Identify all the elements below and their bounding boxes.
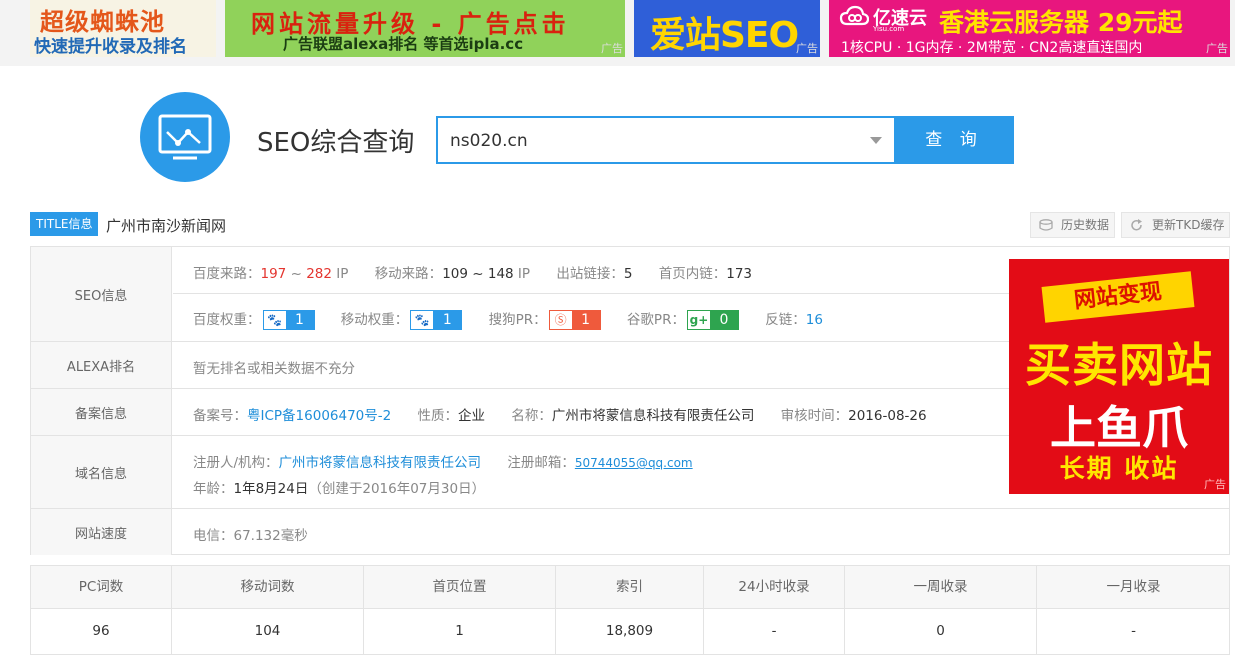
refresh-tkd-label: 更新TKD缓存 (1152, 218, 1225, 232)
database-icon (1039, 219, 1053, 231)
ad-tag: 广告 (1204, 478, 1226, 491)
home-position-value: 1 (364, 609, 556, 655)
outbound-links-value[interactable]: 5 (624, 266, 633, 282)
seo-tool-logo (140, 92, 230, 182)
sogou-pr: 搜狗PR： Ⓢ 1 (489, 308, 601, 330)
stats-header-row: PC词数 移动词数 首页位置 索引 24小时收录 一周收录 一月收录 (31, 566, 1229, 609)
age-line: 年龄：1年8月24日（创建于2016年07月30日） (193, 481, 486, 497)
icp-nature: 性质：企业 (417, 408, 486, 424)
ad-headline: 买卖网站 (1025, 338, 1213, 392)
refresh-tkd-button[interactable]: 更新TKD缓存 (1121, 212, 1230, 238)
home-inlinks-value[interactable]: 173 (726, 266, 752, 282)
stats-header-cell: 首页位置 (364, 566, 556, 609)
query-button[interactable]: 查 询 (894, 116, 1014, 164)
row-label: 域名信息 (31, 436, 172, 508)
ad-tag: 广告 (601, 42, 623, 55)
mobile-source: 移动来路：109 ~ 148 IP (374, 266, 531, 282)
icp-line: 备案号：粤ICP备16006470号-2 性质：企业 名称：广州市将蒙信息科技有… (193, 404, 949, 424)
site-title: 广州市南沙新闻网 (106, 217, 227, 235)
mobile-source-value: 109 ~ 148 (442, 266, 514, 282)
stats-header-cell: PC词数 (31, 566, 172, 609)
top-ad-strip: 超级蜘蛛池 快速提升收录及排名 网站流量升级 - 广告点击 广告联盟alexa排… (0, 0, 1235, 66)
keyword-stats-table: PC词数 移动词数 首页位置 索引 24小时收录 一周收录 一月收录 96 10… (30, 565, 1230, 655)
ad-tag: 广告 (796, 42, 818, 55)
baidu-weight: 百度权重： 🐾 1 (193, 308, 315, 330)
search-input-value: ns020.cn (450, 131, 528, 151)
ad-banner-aizhan-seo[interactable]: 爱站SEO 广告 (634, 0, 820, 57)
registrant: 注册人/机构：广州市将蒙信息科技有限责任公司 (193, 455, 482, 471)
week-indexed-value: 0 (845, 609, 1037, 655)
email-link[interactable]: 50744055@qq.com (575, 456, 693, 470)
alexa-text: 暂无排名或相关数据不充分 (193, 361, 355, 377)
ad-headline: 爱站SEO (650, 15, 799, 56)
pc-keywords-value[interactable]: 96 (31, 609, 172, 655)
ad-banner-spider-pool[interactable]: 超级蜘蛛池 快速提升收录及排名 (30, 0, 216, 57)
baidu-source-low[interactable]: 197 (261, 266, 287, 282)
icp-audit-time: 审核时间：2016-08-26 (780, 408, 927, 424)
ad-subline: 长期 收站 (1059, 454, 1179, 483)
ad-ribbon: 网站变现 (1041, 271, 1195, 323)
ad-subline: 快速提升收录及排名 (34, 37, 187, 57)
icp-number: 备案号：粤ICP备16006470号-2 (193, 408, 392, 424)
google-pr-badge[interactable]: g+ 0 (686, 310, 739, 330)
domain-age: 1年8月24日 (233, 481, 309, 497)
divider (173, 293, 1009, 294)
row-label: ALEXA排名 (31, 342, 172, 388)
ad-banner-traffic[interactable]: 网站流量升级 - 广告点击 广告联盟alexa排名 等首选ipla.cc 广告 (225, 0, 625, 57)
refresh-icon (1131, 219, 1142, 231)
stats-header-cell: 索引 (556, 566, 704, 609)
dropdown-caret-icon[interactable] (870, 137, 882, 144)
icp-number-link[interactable]: 粤ICP备16006470号-2 (247, 408, 391, 424)
title-info-tag: TITLE信息 (30, 212, 99, 236)
ad-brand-sub: Yisu.com (873, 25, 905, 33)
row-label: 备案信息 (31, 389, 172, 435)
outbound-links: 出站链接：5 (556, 266, 633, 282)
backlinks: 反链：16 (765, 312, 823, 328)
sogou-pr-badge[interactable]: Ⓢ 1 (548, 310, 601, 330)
registrant-email: 注册邮箱：50744055@qq.com (507, 455, 693, 471)
history-data-button[interactable]: 历史数据 (1030, 212, 1115, 238)
ad-tag: 广告 (1206, 42, 1228, 55)
mobile-keywords-value[interactable]: 104 (172, 609, 364, 655)
speed-row: 网站速度 电信：67.132毫秒 (31, 508, 1229, 555)
monitor-chart-icon (158, 114, 212, 160)
baidu-source-high[interactable]: 282 (306, 266, 332, 282)
google-pr: 谷歌PR： g+ 0 (627, 308, 739, 330)
history-data-label: 历史数据 (1061, 218, 1110, 232)
row-label: 网站速度 (31, 509, 172, 555)
page-title: SEO综合查询 (257, 128, 415, 158)
registrant-line: 注册人/机构：广州市将蒙信息科技有限责任公司 注册邮箱：50744055@qq.… (193, 451, 715, 471)
day-indexed-value: - (704, 609, 845, 655)
row-label: SEO信息 (31, 247, 172, 341)
backlinks-value[interactable]: 16 (806, 312, 823, 328)
mobile-weight: 移动权重： 🐾 1 (341, 308, 463, 330)
stats-header-cell: 移动词数 (172, 566, 364, 609)
baidu-weight-badge[interactable]: 🐾 1 (262, 310, 315, 330)
index-value[interactable]: 18,809 (556, 609, 704, 655)
stats-header-cell: 24小时收录 (704, 566, 845, 609)
ad-headline: 香港云服务器 29元起 (939, 8, 1183, 37)
side-ad-banner[interactable]: 网站变现 买卖网站 上鱼爪 长期 收站 广告 (1009, 259, 1229, 494)
ad-subline: 1核CPU · 1G内存 · 2M带宽 · CN2高速直连国内 (841, 40, 1143, 56)
paw-icon: 🐾 (267, 313, 282, 327)
paw-icon: 🐾 (414, 313, 430, 327)
google-plus-icon: g+ (689, 313, 709, 327)
registrant-link[interactable]: 广州市将蒙信息科技有限责任公司 (279, 455, 482, 471)
home-inlinks: 首页内链：173 (658, 266, 753, 282)
stats-header-cell: 一月收录 (1106, 579, 1161, 595)
baidu-source: 百度来路：197 ~ 282 IP (193, 266, 349, 282)
domain-search-input[interactable]: ns020.cn (436, 116, 896, 164)
sogou-s-icon: Ⓢ (554, 313, 567, 327)
weight-line: 百度权重： 🐾 1 移动权重： 🐾 1 搜狗PR： Ⓢ 1 谷歌PR： g+ 0 反链：16 (193, 308, 845, 330)
stats-header-cell: 一周收录 (845, 566, 1037, 609)
ad-subline: 广告联盟alexa排名 等首选ipla.cc (283, 35, 524, 53)
ad-banner-yisu-cloud[interactable]: 亿速云 Yisu.com 香港云服务器 29元起 1核CPU · 1G内存 · … (829, 0, 1230, 57)
mobile-weight-badge[interactable]: 🐾 1 (410, 310, 463, 330)
icp-name: 名称：广州市将蒙信息科技有限责任公司 (511, 408, 755, 424)
speed-text: 电信：67.132毫秒 (193, 528, 308, 544)
domain-created: （创建于2016年07月30日） (308, 481, 486, 497)
month-indexed-value: - (1131, 623, 1136, 639)
traffic-line: 百度来路：197 ~ 282 IP 移动来路：109 ~ 148 IP 出站链接… (193, 262, 774, 282)
cloud-logo-icon (839, 5, 869, 26)
